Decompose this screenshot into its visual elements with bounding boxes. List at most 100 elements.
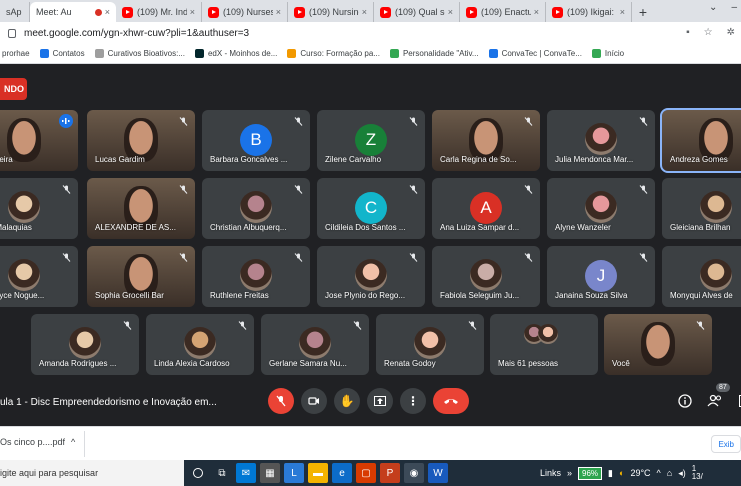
participant-tile[interactable]: nin Joyce Nogue... <box>0 246 78 307</box>
office-icon[interactable]: ▢ <box>356 463 376 483</box>
taskbar-search-text[interactable]: igite aqui para pesquisar <box>0 468 98 478</box>
bookmark-item[interactable]: ConvaTec | ConvaTe... <box>488 49 582 58</box>
participant-tile[interactable]: ta Pereira <box>0 110 78 171</box>
store-icon[interactable]: ▦ <box>260 463 280 483</box>
l-app-icon[interactable]: L <box>284 463 304 483</box>
edge-icon[interactable]: e <box>332 463 352 483</box>
participant-tile[interactable]: Z Zilene Carvalho <box>317 110 425 171</box>
raise-hand-button[interactable]: ✋ <box>334 388 360 414</box>
participant-tile[interactable]: Fabiola Seleguim Ju... <box>432 246 540 307</box>
leave-call-button[interactable] <box>433 388 469 414</box>
mic-off-button[interactable] <box>268 388 294 414</box>
close-tab-icon[interactable]: × <box>105 7 110 17</box>
participant-tile[interactable]: Sophia Grocelli Bar <box>87 246 195 307</box>
recording-dot-icon <box>94 8 102 16</box>
participant-tile[interactable]: Christian Albuquerq... <box>202 178 310 239</box>
bookmark-item[interactable]: Personalidade "Ativ... <box>389 49 479 58</box>
taskbar-search-box[interactable]: igite aqui para pesquisar <box>0 460 184 486</box>
participant-tile[interactable]: A Ana Luiza Sampar d... <box>432 178 540 239</box>
participant-tile[interactable]: B Barbara Goncalves ... <box>202 110 310 171</box>
word-icon[interactable]: W <box>428 463 448 483</box>
browser-tab[interactable]: (109) Qual se × <box>374 2 460 22</box>
participant-tile[interactable]: Julia Mendonca Mar... <box>547 110 655 171</box>
participant-tile[interactable]: Mais 61 pessoas <box>490 314 598 375</box>
youtube-icon <box>466 6 477 18</box>
close-tab-icon[interactable]: × <box>276 7 281 17</box>
close-tab-icon[interactable]: × <box>534 7 539 17</box>
bookmark-item[interactable]: Curso: Formação pa... <box>287 49 380 58</box>
browser-tab[interactable]: (109) Enactu × <box>460 2 546 22</box>
participant-tile[interactable]: Jose Plynio do Rego... <box>317 246 425 307</box>
extensions-icon[interactable]: ✲ <box>727 27 735 38</box>
participant-tile[interactable]: Ruthlene Freitas <box>202 246 310 307</box>
close-tab-icon[interactable]: × <box>362 7 367 17</box>
participant-tile[interactable]: Amanda Rodrigues ... <box>31 314 139 375</box>
tray-arrow-icon[interactable]: ^ <box>657 468 661 478</box>
bookmark-item[interactable]: Contatos <box>39 49 85 58</box>
temperature[interactable]: 29°C <box>630 468 650 478</box>
participant-tile[interactable]: Carla Regina de So... <box>432 110 540 171</box>
bookmark-star-icon[interactable]: ☆ <box>704 27 713 38</box>
download-filename[interactable]: Os cinco p....pdf <box>0 437 65 447</box>
participant-tile[interactable]: Linda Alexia Cardoso <box>146 314 254 375</box>
participant-tile[interactable]: iane Malaquias <box>0 178 78 239</box>
minimize-button[interactable]: – <box>731 2 737 13</box>
task-view-icon[interactable]: ⧉ <box>212 463 232 483</box>
chevron-up-icon[interactable]: ^ <box>71 437 75 447</box>
meeting-details-button[interactable] <box>676 392 694 410</box>
tab-search-icon[interactable]: ⌄ <box>709 2 717 13</box>
close-tab-icon[interactable]: × <box>620 7 625 17</box>
camera-button[interactable] <box>301 388 327 414</box>
browser-tab[interactable]: Meet: Au × <box>30 2 116 22</box>
powerpoint-icon[interactable]: P <box>380 463 400 483</box>
url-text[interactable]: meet.google.com/ygn-xhwr-cuw?pli=1&authu… <box>24 28 249 39</box>
battery-indicator[interactable]: 96% <box>578 466 603 480</box>
close-tab-icon[interactable]: × <box>190 7 195 17</box>
bookmark-item[interactable]: edX - Moinhos de... <box>194 49 277 58</box>
download-item[interactable]: Os cinco p....pdf ^ <box>0 437 75 447</box>
browser-tab[interactable]: (109) Nurses × <box>202 2 288 22</box>
people-button[interactable] <box>706 392 724 410</box>
participant-tile[interactable]: ALEXANDRE DE AS... <box>87 178 195 239</box>
chevron-icon[interactable]: » <box>567 468 572 478</box>
participant-tile[interactable]: Alyne Wanzeler <box>547 178 655 239</box>
mic-off-icon <box>276 395 286 407</box>
browser-tab[interactable]: (109) Ikigai: C× <box>546 2 632 22</box>
new-tab-button[interactable]: + <box>632 2 654 22</box>
bookmark-item[interactable]: Início <box>591 49 624 58</box>
mic-muted-icon <box>176 250 190 264</box>
participant-tile[interactable]: J Janaina Souza Silva <box>547 246 655 307</box>
present-button[interactable] <box>367 388 393 414</box>
participant-tile[interactable]: Andreza Gomes <box>660 108 741 173</box>
participant-tile[interactable]: Gleiciana Brilhan <box>662 178 741 239</box>
camera-permission-icon[interactable]: ▪ <box>686 27 690 38</box>
show-all-downloads-button[interactable]: Exib <box>711 435 741 453</box>
participant-tile[interactable]: C Cildileia Dos Santos ... <box>317 178 425 239</box>
bookmark-item[interactable]: prorhae <box>2 49 30 58</box>
avatar <box>240 259 272 291</box>
cortana-icon[interactable] <box>188 463 208 483</box>
bookmark-item[interactable]: Curativos Bioativos:... <box>94 49 185 58</box>
clock[interactable]: 1 13/ <box>692 465 703 481</box>
more-options-button[interactable]: ⋮ <box>400 388 426 414</box>
lock-icon[interactable] <box>8 28 16 38</box>
volume-icon[interactable]: ◂) <box>678 468 686 479</box>
browser-tab[interactable]: sAp <box>0 2 30 22</box>
browser-tab[interactable]: (109) Mr. Indi × <box>116 2 202 22</box>
chrome-icon[interactable]: ◉ <box>404 463 424 483</box>
mail-icon[interactable]: ✉ <box>236 463 256 483</box>
browser-tab[interactable]: (109) Nursing × <box>288 2 374 22</box>
links-toolbar[interactable]: Links <box>540 468 561 478</box>
network-icon[interactable]: ⌂ <box>667 468 672 478</box>
address-bar[interactable]: meet.google.com/ygn-xhwr-cuw?pli=1&authu… <box>0 22 741 44</box>
participant-tile[interactable]: Renata Godoy <box>376 314 484 375</box>
chat-button[interactable] <box>733 392 741 410</box>
participant-tile[interactable]: Monyqui Alves de <box>662 246 741 307</box>
participant-tile[interactable]: Lucas Gardim <box>87 110 195 171</box>
close-tab-icon[interactable]: × <box>448 7 453 17</box>
battery-icon[interactable]: ▮ <box>608 468 613 479</box>
weather-icon[interactable]: ◐ <box>619 468 624 478</box>
participant-tile[interactable]: Você <box>604 314 712 375</box>
file-explorer-icon[interactable]: ▬ <box>308 463 328 483</box>
participant-tile[interactable]: Gerlane Samara Nu... <box>261 314 369 375</box>
